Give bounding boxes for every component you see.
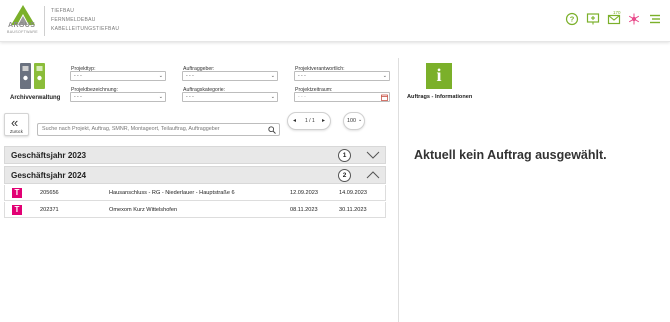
empty-state-message: Aktuell kein Auftrag ausgewählt. (414, 148, 607, 162)
per-page-select[interactable]: 100 ⌄ (343, 112, 365, 130)
panel-divider (398, 58, 399, 322)
back-label: Zurück (10, 129, 23, 134)
mail-icon[interactable] (607, 12, 621, 26)
year-title: Geschäftsjahr 2023 (11, 151, 87, 160)
search-placeholder: Suche nach Projekt, Auftrag, SMNR, Monta… (42, 126, 220, 132)
help-icon[interactable]: ? (565, 12, 579, 26)
projekttyp-select[interactable]: - - - ⌄ (70, 71, 166, 81)
order-name: Omexom Kurz Wittelshofen (109, 207, 178, 213)
order-name: Hausanschluss - RG - Niederlauer - Haupt… (109, 190, 235, 196)
per-page-value: 100 (347, 118, 356, 124)
chevron-down-icon[interactable] (366, 151, 380, 159)
year-count-badge: 2 (338, 169, 351, 182)
menu-icon[interactable] (648, 12, 662, 26)
chevron-down-icon: ⌄ (158, 73, 163, 79)
end-date: 14.09.2023 (339, 190, 367, 196)
page-indicator: 1 / 1 (305, 118, 315, 124)
auftraggeber-select[interactable]: - - - ⌄ (182, 71, 278, 81)
chevron-up-icon[interactable] (366, 171, 380, 179)
company-lines: TIEFBAU FERNMELDEBAU KABELLEITUNGSTIEFBA… (51, 7, 119, 34)
projektbezeichnung-select[interactable]: - - - ⌄ (70, 92, 166, 102)
company-line: TIEFBAU (51, 8, 75, 14)
year-title: Geschäftsjahr 2024 (11, 171, 87, 180)
projektzeitraum-field[interactable]: - - - (294, 92, 390, 102)
archive-binder-icon[interactable] (18, 62, 48, 90)
date-range-value: - - - (298, 94, 306, 100)
search-input[interactable]: Suche nach Projekt, Auftrag, SMNR, Monta… (37, 123, 280, 136)
start-date: 08.11.2023 (290, 207, 318, 213)
calendar-icon[interactable] (381, 94, 388, 101)
end-date: 30.11.2023 (339, 207, 367, 213)
company-line: FERNMELDEBAU (51, 17, 96, 23)
settings-flower-icon[interactable] (627, 12, 641, 26)
message-board-icon[interactable] (586, 12, 600, 26)
projektverantwortlich-select[interactable]: - - - ⌄ (294, 71, 390, 81)
prev-page-button[interactable]: ◂ (293, 117, 296, 124)
chevron-down-icon: ⌄ (158, 94, 163, 100)
chevron-down-icon: ⌄ (382, 73, 387, 79)
info-glyph: i (436, 65, 442, 85)
start-date: 12.09.2023 (290, 190, 318, 196)
company-line: KABELLEITUNGSTIEFBAU (51, 26, 120, 32)
year-group-2024[interactable]: Geschäftsjahr 2024 2 (4, 166, 386, 184)
year-group-2023[interactable]: Geschäftsjahr 2023 1 (4, 146, 386, 164)
select-value: - - - (186, 73, 194, 79)
search-icon[interactable] (268, 126, 276, 134)
auftragskategorie-select[interactable]: - - - ⌄ (182, 92, 278, 102)
table-row[interactable]: T 202371 Omexom Kurz Wittelshofen 08.11.… (4, 202, 386, 218)
select-value: - - - (74, 94, 82, 100)
info-label: Auftrags - Informationen (407, 94, 473, 100)
year-count-badge: 1 (338, 149, 351, 162)
pagination: ◂ 1 / 1 ▸ (287, 112, 331, 130)
double-chevron-left-icon: « (11, 115, 19, 130)
back-button[interactable]: « Zurück (4, 113, 29, 136)
svg-text:?: ? (570, 15, 575, 24)
chevron-down-icon: ⌄ (270, 73, 275, 79)
chevron-down-icon: ⌄ (358, 117, 363, 123)
next-page-button[interactable]: ▸ (322, 117, 325, 124)
order-number: 205656 (40, 190, 59, 196)
table-row[interactable]: T 205656 Hausanschluss - RG - Niederlaue… (4, 185, 386, 201)
logo-text: ARGUS (8, 22, 36, 29)
logo-subtext: BAUSOFTWARE (7, 30, 38, 34)
telekom-logo-icon: T (12, 188, 22, 198)
logo-divider (44, 6, 45, 36)
select-value: - - - (298, 73, 306, 79)
order-number: 202371 (40, 207, 59, 213)
info-icon: i (426, 63, 452, 89)
telekom-logo-icon: T (12, 205, 22, 215)
select-value: - - - (186, 94, 194, 100)
archive-label: Archivverwaltung (10, 95, 61, 101)
top-header: ARGUS BAUSOFTWARE TIEFBAU FERNMELDEBAU K… (0, 0, 670, 42)
chevron-down-icon: ⌄ (270, 94, 275, 100)
select-value: - - - (74, 73, 82, 79)
